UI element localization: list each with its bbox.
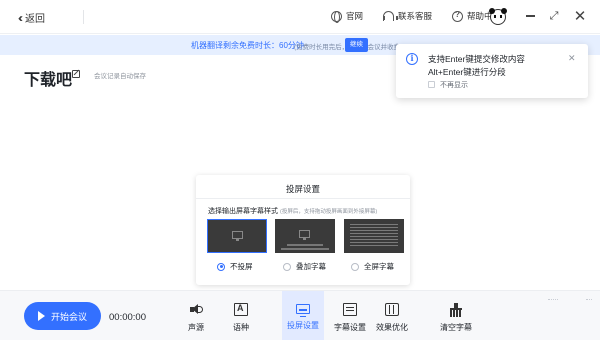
choose-style-label: 选择输出屏幕字幕样式 [208,208,278,215]
globe-icon [331,10,342,23]
monitor-icon [299,230,310,240]
option-no-projection[interactable]: 不投屏 [217,261,253,272]
minimize-icon[interactable] [522,8,538,24]
tool-projection-settings[interactable]: 投屏设置 [282,291,324,340]
tool-effect-optimization[interactable]: 效果优化 [375,291,409,340]
sliders-icon [385,303,399,316]
panel-title: 投屏设置 [285,184,320,194]
panda-avatar-icon[interactable] [489,8,507,25]
decorative-dots [586,299,592,301]
option-label: 叠加字幕 [296,262,326,271]
thumbnail-overlay-subtitles[interactable] [275,219,335,253]
tool-label: 清空字幕 [440,323,472,332]
thumbnail-no-projection[interactable] [207,219,267,253]
option-label: 不投屏 [230,262,253,271]
continue-button[interactable]: 继续 [345,38,368,52]
maximize-icon[interactable]: ⤢ [546,8,562,24]
headset-icon [383,11,399,21]
banner-text: 机器翻译剩余免费时长：60分钟 [191,41,304,50]
subtitle-icon [343,303,357,316]
toast-line-1: 支持Enter键提交修改内容 [428,54,525,64]
tool-label: 语种 [233,323,249,332]
option-overlay-subtitles[interactable]: 叠加字幕 [283,261,326,272]
tool-label: 投屏设置 [287,321,319,330]
tip-toast: i 支持Enter键提交修改内容 Alt+Enter键进行分段 不再显示 ✕ [396,44,588,98]
tool-label: 声源 [188,323,204,332]
page-title[interactable]: 下载吧 [24,66,72,90]
tool-subtitle-settings[interactable]: 字幕设置 [332,291,368,340]
double-chevron-left-icon: ‹‹ [18,10,23,25]
dont-show-again-checkbox[interactable] [428,81,435,88]
nav-label: 官网 [346,11,364,21]
radio-button[interactable] [217,262,225,271]
screen-cast-icon [296,304,310,318]
title-bar: ‹‹ 返回 官网 联系客服 帮助中心 ⤢ ✕ [0,0,600,34]
back-button[interactable]: ‹‹ 返回 [18,10,45,26]
monitor-icon [232,231,243,241]
divider [83,10,84,24]
help-icon [452,10,464,22]
divider [196,198,410,199]
broom-icon [449,303,463,317]
projection-settings-panel: 投屏设置 选择输出屏幕字幕样式 (投屏后，支持拖动投屏画面到外接屏幕) 不投屏 … [196,175,410,285]
tool-label: 效果优化 [376,323,408,332]
tool-clear-subtitles[interactable]: 清空字幕 [438,291,474,340]
edit-icon[interactable] [72,70,80,78]
tool-label: 字幕设置 [334,323,366,332]
info-icon: i [406,53,418,65]
language-icon: A [234,303,248,316]
close-toast-icon[interactable]: ✕ [568,53,576,64]
thumbnail-fullscreen-subtitles[interactable] [344,219,404,253]
meeting-timer: 00:00:00 [109,312,146,323]
play-icon [37,311,45,321]
decorative-dots [548,299,558,301]
option-fullscreen-subtitles[interactable]: 全屏字幕 [351,261,394,272]
speaker-icon [189,303,203,316]
bottom-toolbar: 开始会议 00:00:00 声源 A 语种 投屏设置 字幕设置 效果优化 清空字… [0,290,600,340]
close-icon[interactable]: ✕ [572,8,588,25]
choose-style-hint: (投屏后，支持拖动投屏画面到外接屏幕) [280,209,378,215]
back-label: 返回 [25,14,45,25]
tool-audio-source[interactable]: 声源 [186,291,206,340]
nav-label: 联系客服 [398,11,433,21]
nav-customer-service[interactable]: 联系客服 [383,10,432,22]
radio-button[interactable] [351,262,359,271]
dont-show-again-label[interactable]: 不再显示 [440,80,468,90]
autosave-note: 会议记录自动保存 [94,73,146,80]
option-label: 全屏字幕 [364,262,394,271]
toast-line-2: Alt+Enter键进行分段 [428,67,506,77]
start-meeting-button[interactable]: 开始会议 [24,302,101,330]
tool-language[interactable]: A 语种 [229,291,253,340]
nav-official-site[interactable]: 官网 [331,10,364,23]
radio-button[interactable] [283,262,291,271]
start-label: 开始会议 [50,311,87,322]
